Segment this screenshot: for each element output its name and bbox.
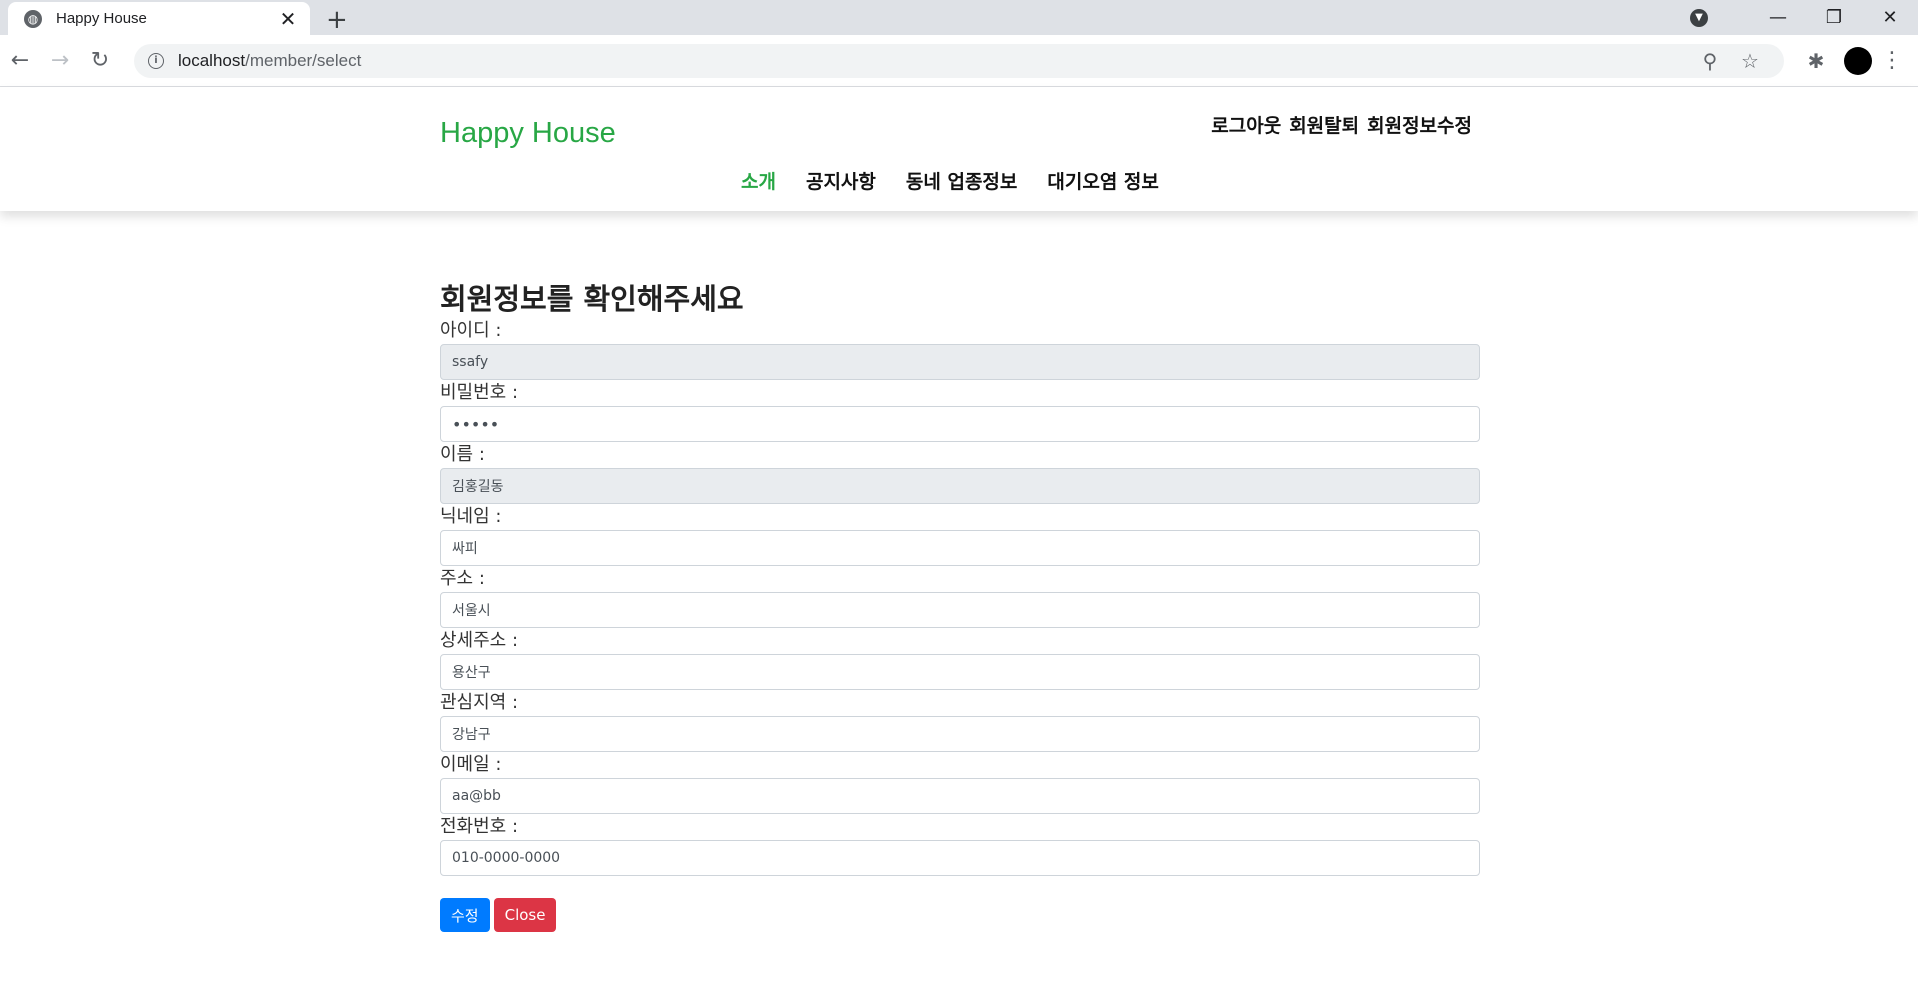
url-host: localhost (178, 50, 246, 70)
address-field[interactable] (440, 592, 1480, 628)
page-title: 회원정보를 확인해주세요 (440, 282, 744, 316)
bookmark-star-icon[interactable]: ☆ (1730, 49, 1770, 73)
window-close-icon[interactable]: ✕ (1862, 7, 1918, 28)
site-header: Happy House 로그아웃 회원탈퇴 회원정보수정 소개 공지사항 동네 … (0, 87, 1918, 211)
interest-region-field[interactable] (440, 716, 1480, 752)
reload-icon[interactable]: ↻ (80, 48, 120, 73)
window-controls: ▼ — ❐ ✕ (1690, 0, 1918, 35)
logout-link[interactable]: 로그아웃 (1211, 111, 1281, 138)
form-actions: 수정 Close (440, 898, 1480, 932)
nav-notice[interactable]: 공지사항 (806, 167, 876, 194)
restore-icon[interactable]: ❐ (1806, 7, 1862, 28)
phone-field[interactable] (440, 840, 1480, 876)
close-button[interactable]: Close (493, 898, 557, 932)
nav-air[interactable]: 대기오염 정보 (1047, 167, 1159, 194)
phone-label: 전화번호 : (440, 816, 519, 837)
password-field[interactable] (440, 406, 1480, 442)
extensions-icon[interactable]: ✱ (1796, 49, 1836, 73)
browser-toolbar: ← → ↻ i localhost/member/select ⚲ ☆ ✱ ⋮ (0, 35, 1918, 87)
address-bar[interactable]: i localhost/member/select ⚲ ☆ (134, 43, 1784, 78)
zoom-icon[interactable]: ⚲ (1690, 49, 1730, 73)
browser-menu-icon[interactable]: ⋮ (1872, 48, 1912, 73)
password-label: 비밀번호 : (440, 382, 519, 403)
name-label: 이름 : (440, 444, 485, 465)
detail-address-field[interactable] (440, 654, 1480, 690)
nav-business[interactable]: 동네 업종정보 (906, 167, 1018, 194)
member-form: 회원정보를 확인해주세요 아이디 : 비밀번호 : 이름 : 닉네임 : 주소 … (440, 280, 1480, 932)
globe-icon: ◍ (24, 9, 42, 28)
submit-button[interactable]: 수정 (440, 898, 490, 932)
nickname-label: 닉네임 : (440, 506, 502, 527)
withdraw-link[interactable]: 회원탈퇴 (1289, 111, 1359, 138)
detail-address-label: 상세주소 : (440, 630, 519, 651)
url-text[interactable]: localhost/member/select (178, 51, 1690, 71)
name-field[interactable] (440, 468, 1480, 504)
email-label: 이메일 : (440, 754, 502, 775)
main-nav: 소개 공지사항 동네 업종정보 대기오염 정보 (741, 167, 1159, 194)
close-tab-icon[interactable]: ✕ (276, 7, 300, 31)
nav-intro[interactable]: 소개 (741, 167, 776, 194)
tab-title: Happy House (56, 10, 147, 27)
profile-avatar[interactable] (1844, 46, 1872, 75)
browser-tabbar: ◍ Happy House ✕ + ▼ — ❐ ✕ (0, 0, 1918, 35)
edit-profile-link[interactable]: 회원정보수정 (1367, 111, 1472, 138)
minimize-icon[interactable]: — (1750, 7, 1806, 28)
new-tab-icon[interactable]: + (326, 5, 348, 35)
id-field[interactable] (440, 344, 1480, 380)
user-menu: 로그아웃 회원탈퇴 회원정보수정 (1211, 111, 1472, 138)
browser-tab[interactable]: ◍ Happy House ✕ (8, 2, 310, 35)
address-label: 주소 : (440, 568, 485, 589)
back-icon[interactable]: ← (0, 48, 40, 73)
id-label: 아이디 : (440, 320, 502, 341)
tab-search-icon[interactable]: ▼ (1690, 8, 1708, 27)
site-info-icon[interactable]: i (148, 52, 164, 69)
email-field[interactable] (440, 778, 1480, 814)
nickname-field[interactable] (440, 530, 1480, 566)
forward-icon[interactable]: → (40, 48, 80, 73)
url-path: /member/select (245, 50, 362, 70)
interest-region-label: 관심지역 : (440, 692, 519, 713)
site-brand[interactable]: Happy House (440, 117, 616, 150)
